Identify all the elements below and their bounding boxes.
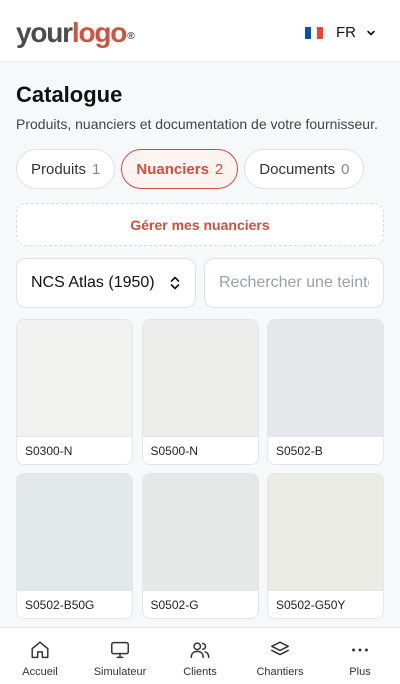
palette-select[interactable]: NCS Atlas (1950) — [16, 258, 196, 308]
registered-mark: ® — [127, 31, 135, 42]
chevron-down-icon — [367, 30, 375, 35]
nav-item-clients[interactable]: Clients — [160, 628, 240, 684]
search-input[interactable] — [204, 258, 384, 308]
chevron-up-down-icon — [170, 276, 180, 290]
layers-icon — [271, 641, 289, 656]
swatch-color — [268, 474, 383, 590]
nav-item-chantiers[interactable]: Chantiers — [240, 628, 320, 684]
tab-nuanciers[interactable]: Nuanciers 2 — [121, 149, 239, 189]
monitor-icon — [111, 641, 129, 659]
manage-palettes-button[interactable]: Gérer mes nuanciers — [16, 203, 384, 246]
swatch-grid: S0300-N S0500-N S0502-B S0502-B50G S0502… — [16, 319, 384, 619]
swatch-code: S0502-G — [142, 590, 258, 618]
swatch-code: S0502-B50G — [17, 590, 132, 618]
swatch-color — [17, 474, 132, 590]
tab-produits[interactable]: Produits 1 — [16, 149, 116, 189]
bottom-navigation: Accueil Simulateur Clients Chantiers Plu… — [0, 627, 400, 684]
nav-label: Plus — [349, 666, 371, 678]
nav-item-accueil[interactable]: Accueil — [0, 628, 80, 684]
swatch-color — [268, 320, 383, 436]
nav-label: Simulateur — [93, 666, 147, 678]
swatch-color — [142, 320, 258, 436]
nav-item-simulateur[interactable]: Simulateur — [80, 628, 160, 684]
swatch-code: S0500-N — [142, 436, 258, 464]
swatch-code: S0300-N — [17, 436, 132, 464]
swatch-color — [142, 474, 258, 590]
language-code: FR — [336, 24, 356, 41]
tab-documents[interactable]: Documents 0 — [244, 149, 365, 189]
swatch-card[interactable]: S0502-G — [141, 473, 259, 619]
swatch-card[interactable]: S0502-B50G — [16, 473, 133, 619]
france-flag-icon — [305, 26, 323, 39]
language-selector[interactable]: FR — [305, 24, 376, 41]
users-icon — [190, 642, 210, 659]
page-subtitle: Produits, nuanciers et documentation de … — [16, 116, 378, 132]
brand-logo[interactable]: yourlogo® — [16, 16, 135, 50]
swatch-card[interactable]: S0500-N — [141, 319, 259, 465]
tab-label: Documents — [259, 160, 336, 178]
nav-label: Clients — [183, 666, 217, 678]
swatch-card[interactable]: S0502-B — [267, 319, 384, 465]
logo-text-logo: logo — [71, 17, 128, 48]
tab-label: Produits — [31, 160, 87, 178]
swatch-card[interactable]: S0502-G50Y — [267, 473, 384, 619]
nav-label: Accueil — [22, 666, 58, 678]
catalogue-tabs: Produits 1 Nuanciers 2 Documents 0 — [16, 149, 370, 189]
app-header: yourlogo® FR — [0, 0, 400, 62]
tab-count: 0 — [341, 160, 350, 178]
swatch-code: S0502-G50Y — [268, 590, 383, 618]
home-icon — [31, 641, 49, 659]
more-icon — [352, 648, 368, 652]
tab-count: 2 — [214, 160, 224, 178]
nav-label: Chantiers — [256, 666, 304, 678]
logo-text-your: your — [16, 17, 73, 48]
page-title: Catalogue — [16, 82, 123, 107]
palette-select-value: NCS Atlas (1950) — [31, 274, 155, 291]
tab-count: 1 — [92, 160, 101, 178]
swatch-color — [17, 320, 132, 436]
nav-item-plus[interactable]: Plus — [320, 628, 400, 684]
swatch-code: S0502-B — [268, 436, 383, 464]
swatch-card[interactable]: S0300-N — [16, 319, 133, 465]
tab-label: Nuanciers — [136, 160, 209, 178]
